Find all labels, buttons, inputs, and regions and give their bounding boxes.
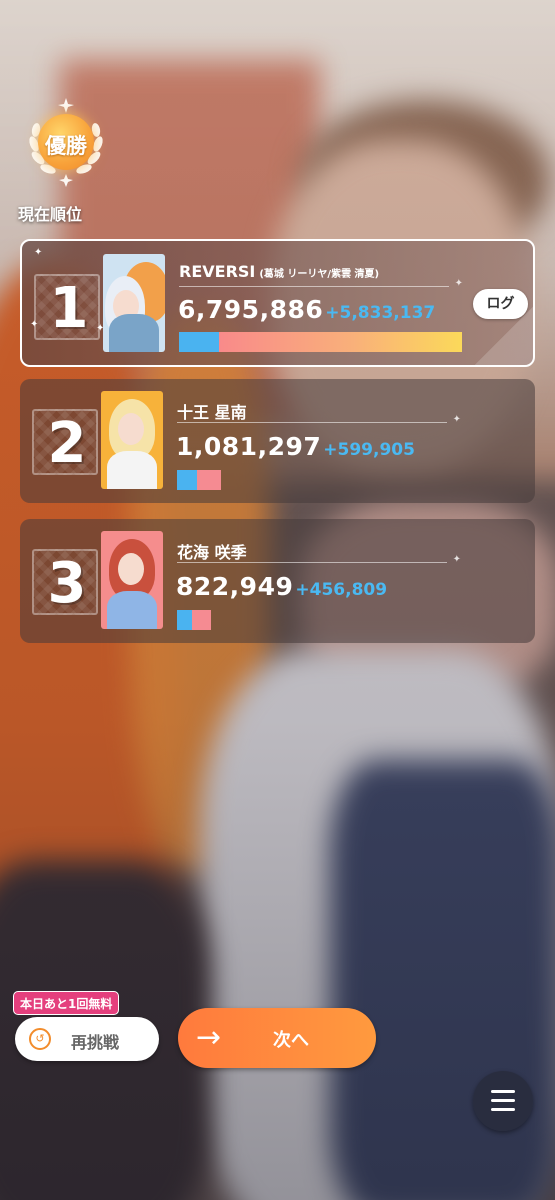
next-button-label: 次へ: [273, 1030, 309, 1051]
score: 6,795,886 +5,833,137: [178, 295, 435, 324]
score-bar-blue-segment: [177, 610, 193, 630]
performer-name: 十王 星南: [177, 403, 247, 422]
hamburger-menu-icon: [491, 1090, 515, 1093]
winner-badge-label: 優勝: [45, 134, 87, 158]
menu-button[interactable]: [473, 1071, 533, 1131]
rank-number: 1: [49, 276, 89, 341]
performer-avatar: [101, 531, 163, 629]
free-attempt-tag: 本日あと1回無料: [13, 991, 120, 1015]
score-bar-pink-segment: [196, 470, 221, 490]
ranking-card-1: 1 ✦ ✦ ✦ REVERSI(葛城 リーリヤ/紫雲 清夏) 6,795,886…: [20, 239, 535, 367]
score-value: 1,081,297: [176, 432, 322, 461]
retry-button[interactable]: ↺ 再挑戦: [15, 1017, 159, 1061]
score-bar-warm-segment: [218, 332, 462, 352]
score-bar-blue-segment: [179, 332, 219, 352]
score-bar: [179, 332, 462, 352]
score-delta: +456,809: [295, 580, 388, 600]
performer-subname: (葛城 リーリヤ/紫雲 清夏): [259, 269, 380, 280]
sparkle-icon: ✦: [30, 319, 39, 330]
score: 1,081,297 +599,905: [176, 432, 415, 461]
rank-number: 2: [47, 411, 87, 476]
performer-avatar: [101, 391, 163, 489]
divider: [177, 554, 461, 565]
arrow-right-icon: →: [196, 1020, 222, 1055]
rank-number-box: 3: [32, 549, 98, 615]
divider: [179, 278, 463, 289]
ranking-card-3: 3 花海 咲季 822,949+456,809: [20, 519, 535, 643]
hamburger-menu-line: [491, 1108, 515, 1111]
next-button[interactable]: → 次へ: [178, 1008, 376, 1068]
unit-avatar: [103, 254, 165, 352]
card-corner-decoration: [475, 307, 533, 365]
ranking-card-2: 2 十王 星南 1,081,297+599,905: [20, 379, 535, 503]
rank-number: 3: [47, 551, 87, 616]
score: 822,949 +456,809: [176, 572, 387, 601]
rank-number-box: 1: [34, 274, 100, 340]
current-rank-label: 現在順位: [18, 205, 83, 224]
score-value: 822,949: [176, 572, 294, 601]
sparkle-icon: ✦: [34, 247, 43, 258]
performer-name: REVERSI (葛城 リーリヤ/紫雲 清夏): [179, 262, 380, 281]
performer-name: 花海 咲季: [177, 543, 247, 562]
score-bar: [177, 470, 221, 490]
score-bar-pink-segment: [192, 610, 211, 630]
winner-badge: 優勝: [18, 92, 114, 188]
score-value: 6,795,886: [178, 295, 324, 324]
rank-number-box: 2: [32, 409, 98, 475]
divider: [177, 414, 461, 425]
score-bar-blue-segment: [177, 470, 197, 490]
refresh-clock-icon: ↺: [29, 1028, 51, 1050]
score-delta: +5,833,137: [325, 303, 436, 323]
score-bar: [177, 610, 211, 630]
retry-button-label: 再挑戦: [71, 1033, 120, 1052]
hamburger-menu-line: [491, 1099, 515, 1102]
score-delta: +599,905: [323, 440, 415, 460]
